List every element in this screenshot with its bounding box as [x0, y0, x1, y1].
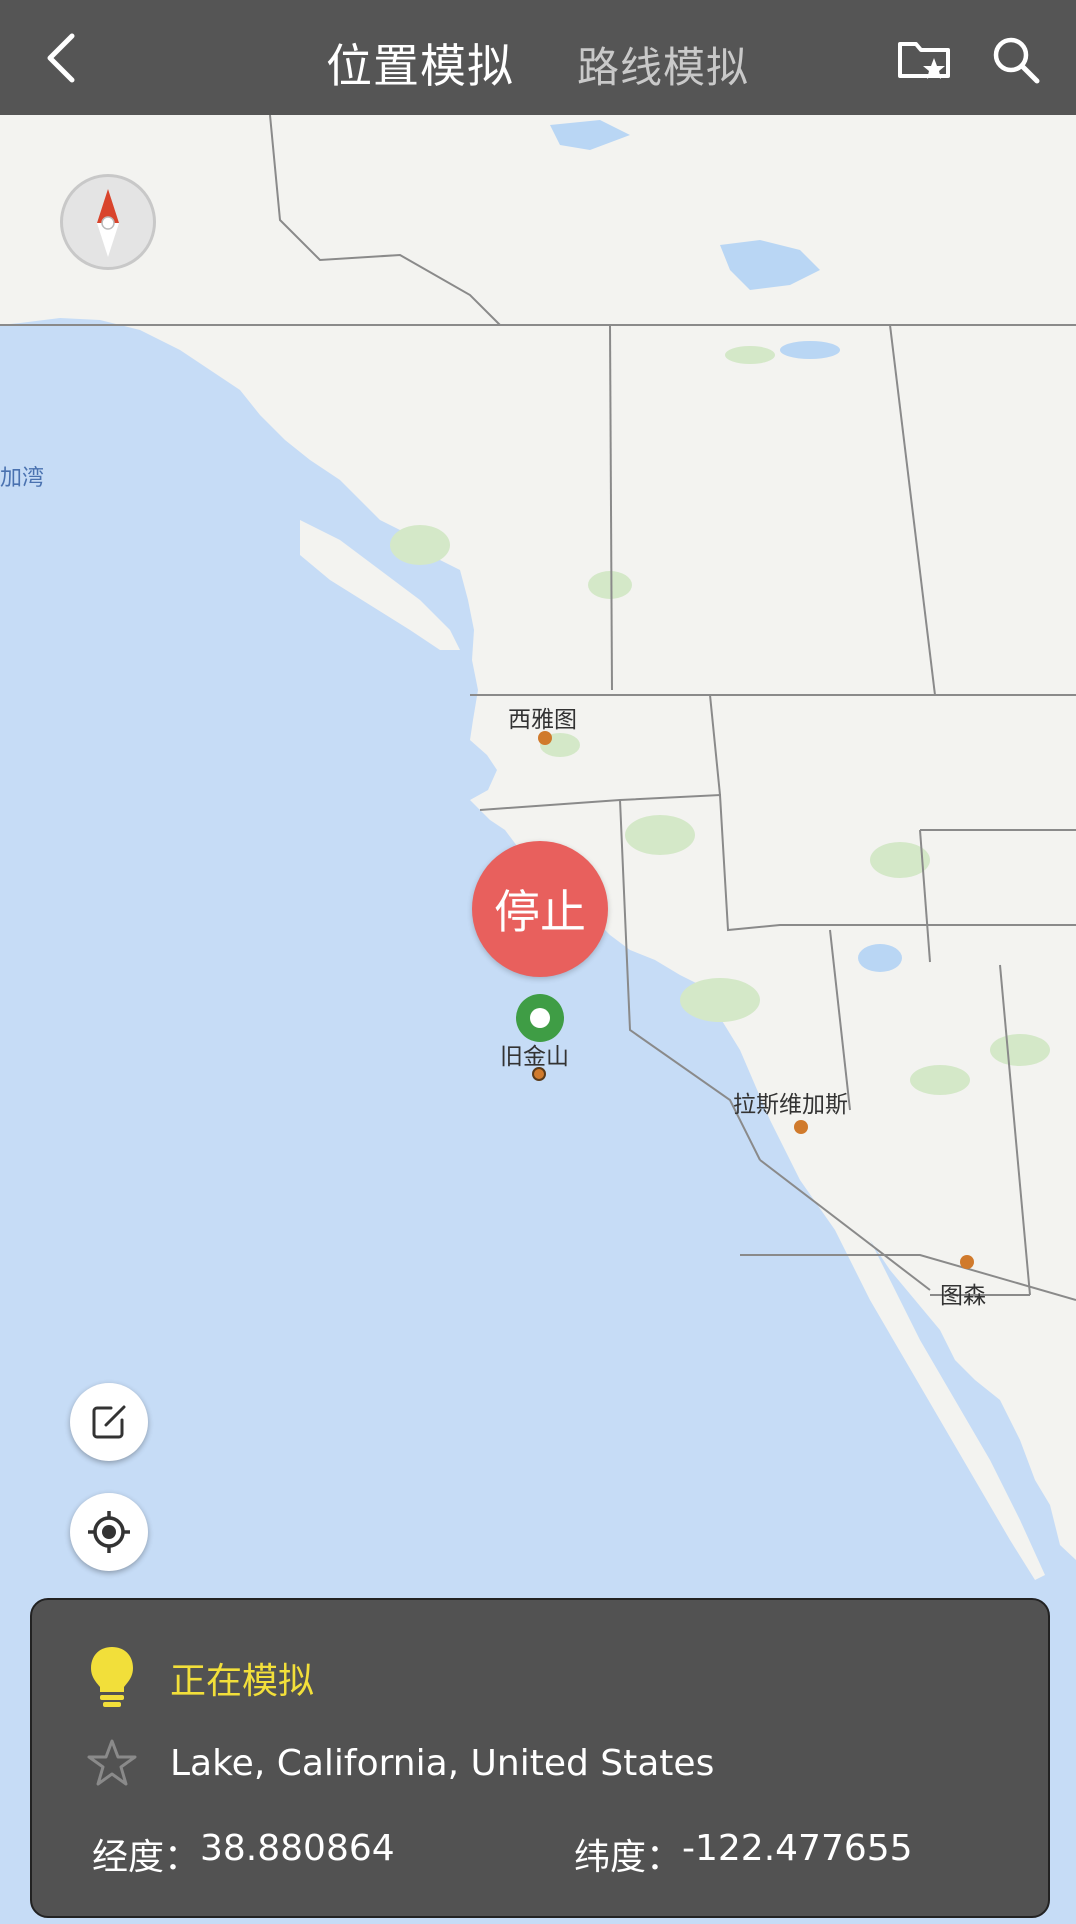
- target-icon: [88, 1511, 130, 1553]
- compass-button[interactable]: [60, 174, 156, 270]
- edit-location-button[interactable]: [70, 1383, 148, 1461]
- map-label-tucson: 图森: [940, 1283, 986, 1309]
- search-icon[interactable]: [990, 34, 1042, 86]
- city-dot-san-francisco: [532, 1067, 546, 1081]
- favorite-star-icon[interactable]: [87, 1738, 137, 1788]
- location-marker[interactable]: [516, 994, 564, 1042]
- longitude-label: 经度：: [92, 1837, 201, 1878]
- city-dot-seattle: [538, 731, 552, 745]
- tab-route-simulation[interactable]: 路线模拟: [577, 34, 749, 95]
- compass-icon: [97, 189, 119, 257]
- edit-icon: [92, 1405, 126, 1439]
- top-bar: 位置模拟 路线模拟: [0, 0, 1076, 115]
- simulated-address: Lake, California, United States: [170, 1743, 715, 1784]
- map-label-seattle: 西雅图: [508, 707, 577, 733]
- tab-location-simulation[interactable]: 位置模拟: [326, 30, 514, 96]
- lightbulb-icon: [91, 1647, 133, 1707]
- simulation-status: 正在模拟: [170, 1661, 315, 1702]
- my-location-button[interactable]: [70, 1493, 148, 1571]
- city-dot-tucson: [960, 1255, 974, 1269]
- latitude-label: 纬度：: [574, 1837, 683, 1878]
- map-label-bay: 加湾: [0, 466, 45, 491]
- city-dot-las-vegas: [794, 1120, 808, 1134]
- back-icon[interactable]: [42, 30, 82, 86]
- stop-simulation-button[interactable]: 停止: [472, 841, 608, 977]
- longitude-value: 38.880864: [200, 1828, 395, 1869]
- map-label-san-francisco: 旧金山: [500, 1044, 569, 1070]
- favorite-folder-icon[interactable]: [896, 36, 952, 84]
- location-marker-center: [530, 1008, 550, 1028]
- latitude-value: -122.477655: [682, 1828, 913, 1869]
- map-label-las-vegas: 拉斯维加斯: [733, 1092, 848, 1118]
- simulation-info-panel: 正在模拟 Lake, California, United States 经度：…: [30, 1598, 1050, 1918]
